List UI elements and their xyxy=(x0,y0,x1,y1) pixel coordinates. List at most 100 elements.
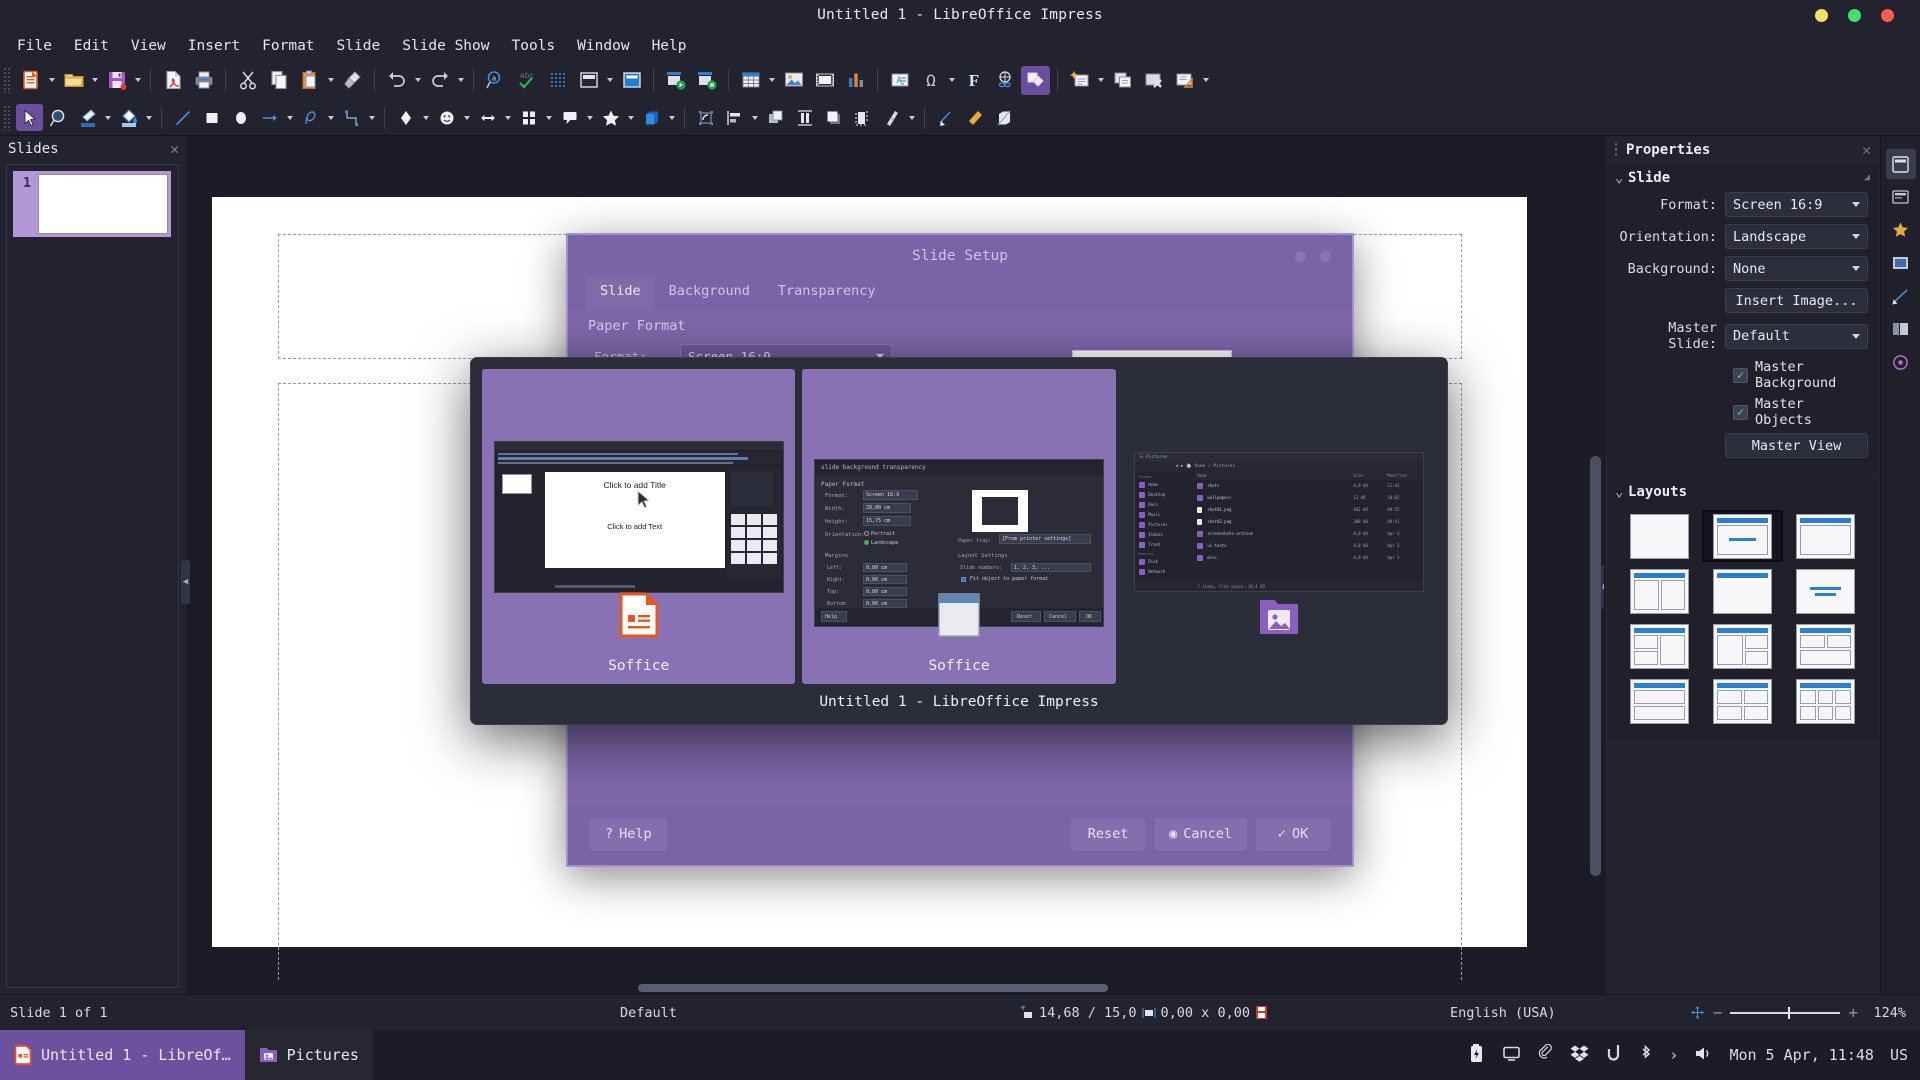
chevron-right-icon[interactable]: › xyxy=(1669,1046,1678,1064)
new-slide-dropdown[interactable] xyxy=(1095,66,1106,95)
styles-panel-icon[interactable] xyxy=(1886,347,1916,377)
list-item[interactable]: 1 xyxy=(13,171,171,237)
display-views-button[interactable] xyxy=(617,66,646,95)
cancel-button[interactable]: ◉ Cancel xyxy=(1154,817,1247,851)
filter-dropdown[interactable] xyxy=(906,103,917,132)
master-slide-dropdown[interactable]: Default xyxy=(1725,323,1868,349)
insert-image-button[interactable] xyxy=(779,66,808,95)
scrollbar-thumb[interactable] xyxy=(1590,456,1601,876)
chevron-down-icon[interactable]: ⌄ xyxy=(1615,170,1628,186)
menu-file[interactable]: File xyxy=(6,34,63,59)
insert-special-character-button[interactable]: Ω xyxy=(916,66,945,95)
zoom-slider-knob[interactable] xyxy=(1788,1006,1791,1019)
slide-properties-dropdown[interactable] xyxy=(1200,66,1211,95)
slides-panel-collapse-handle[interactable]: ◀ xyxy=(181,560,190,604)
lines-and-arrows-button[interactable] xyxy=(256,104,283,131)
ok-button[interactable]: ✓ OK xyxy=(1256,817,1330,851)
master-objects-row[interactable]: ✓ Master Objects xyxy=(1733,396,1868,428)
distribute-button[interactable] xyxy=(791,104,818,131)
editor-horizontal-scrollbar[interactable] xyxy=(188,982,1604,994)
display-icon[interactable] xyxy=(1502,1045,1521,1066)
window-maximize-button[interactable] xyxy=(1848,9,1861,22)
paste-dropdown[interactable] xyxy=(325,66,336,95)
print-button[interactable] xyxy=(189,66,218,95)
master-slide-dropdown[interactable] xyxy=(604,66,615,95)
toggle-extrusion-button[interactable] xyxy=(990,104,1017,131)
connectors-dropdown[interactable] xyxy=(366,103,377,132)
redo-button[interactable] xyxy=(425,66,454,95)
menu-slide[interactable]: Slide xyxy=(326,34,392,59)
reset-button[interactable]: Reset xyxy=(1071,817,1146,851)
insert-table-button[interactable] xyxy=(736,66,765,95)
window-switcher-overlay[interactable]: Click to add Title Click to add Text Sof… xyxy=(470,357,1448,725)
shadow-button[interactable] xyxy=(820,104,847,131)
find-and-replace-button[interactable]: a xyxy=(481,66,510,95)
zoom-in-button[interactable]: + xyxy=(1848,1004,1858,1021)
editor-vertical-scrollbar[interactable] xyxy=(1590,196,1601,954)
language-status[interactable]: English (USA) xyxy=(1450,1005,1556,1021)
curves-and-polygons-dropdown[interactable] xyxy=(325,103,336,132)
layout-title-content[interactable] xyxy=(1702,510,1783,562)
toolbar-grip[interactable] xyxy=(3,104,12,131)
insert-fontwork-button[interactable]: F xyxy=(959,66,988,95)
tab-slide[interactable]: Slide xyxy=(586,277,655,310)
menu-insert[interactable]: Insert xyxy=(177,34,251,59)
battery-icon[interactable] xyxy=(1469,1043,1486,1067)
insert-special-character-dropdown[interactable] xyxy=(946,66,957,95)
layout-title-content-and-two-content[interactable] xyxy=(1702,620,1783,672)
points-button[interactable] xyxy=(932,104,959,131)
3d-objects-dropdown[interactable] xyxy=(666,103,677,132)
layout-blank[interactable] xyxy=(1619,510,1700,562)
new-document-dropdown[interactable] xyxy=(46,66,57,95)
undo-dropdown[interactable] xyxy=(412,66,423,95)
align-objects-button[interactable] xyxy=(721,104,748,131)
open-file-button[interactable] xyxy=(59,66,88,95)
symbol-shapes-button[interactable] xyxy=(433,104,460,131)
insert-hyperlink-button[interactable] xyxy=(990,66,1019,95)
menu-slide-show[interactable]: Slide Show xyxy=(391,34,500,59)
copy-button[interactable] xyxy=(264,66,293,95)
display-grid-button[interactable] xyxy=(543,66,572,95)
fit-slide-icon[interactable] xyxy=(1690,1005,1705,1020)
curves-and-polygons-button[interactable] xyxy=(297,104,324,131)
lines-and-arrows-dropdown[interactable] xyxy=(284,103,295,132)
stars-and-banners-dropdown[interactable] xyxy=(625,103,636,132)
gallery-panel-icon[interactable] xyxy=(1886,248,1916,278)
zoom-level-value[interactable]: 124% xyxy=(1866,1005,1906,1021)
format-dropdown[interactable]: Screen 16:9 xyxy=(1725,192,1868,217)
new-slide-button[interactable] xyxy=(1065,66,1094,95)
layout-title-two-over-one[interactable] xyxy=(1785,620,1866,672)
arrange-button[interactable] xyxy=(762,104,789,131)
block-arrows-button[interactable] xyxy=(474,104,501,131)
dialog-minimize-button[interactable] xyxy=(1295,251,1306,262)
window-close-button[interactable] xyxy=(1881,9,1894,22)
line-color-button[interactable] xyxy=(74,104,101,131)
switcher-item-pictures[interactable]: ☰ Pictures ◀ ▶ 🏠 Home / Pictures Name Si… xyxy=(1122,369,1436,684)
master-slides-panel-icon[interactable] xyxy=(1886,182,1916,212)
close-icon[interactable]: ✕ xyxy=(170,140,179,158)
scrollbar-thumb[interactable] xyxy=(638,984,1108,992)
menu-view[interactable]: View xyxy=(120,34,177,59)
3d-objects-button[interactable] xyxy=(638,104,665,131)
insert-audio-video-button[interactable] xyxy=(810,66,839,95)
insert-table-dropdown[interactable] xyxy=(766,66,777,95)
taskbar-item-impress[interactable]: Untitled 1 - LibreOf… xyxy=(0,1030,245,1080)
bluetooth-icon[interactable] xyxy=(1638,1044,1653,1067)
layout-title-two-content[interactable] xyxy=(1619,565,1700,617)
show-draw-functions-button[interactable] xyxy=(1021,65,1050,95)
save-dropdown[interactable] xyxy=(132,66,143,95)
layout-centered-text[interactable] xyxy=(1785,565,1866,617)
unsaved-changes-icon[interactable] xyxy=(1255,1005,1268,1020)
callout-shapes-dropdown[interactable] xyxy=(584,103,595,132)
taskbar-item-pictures[interactable]: Pictures xyxy=(244,1030,373,1080)
shapes-panel-icon[interactable] xyxy=(1886,281,1916,311)
crop-image-button[interactable] xyxy=(849,104,876,131)
master-slide-button[interactable] xyxy=(574,66,603,95)
cut-button[interactable] xyxy=(233,66,262,95)
master-background-checkbox[interactable]: ✓ xyxy=(1733,367,1748,383)
fill-color-dropdown[interactable] xyxy=(143,103,154,132)
fill-color-button[interactable] xyxy=(115,104,142,131)
flowchart-dropdown[interactable] xyxy=(543,103,554,132)
dropbox-icon[interactable] xyxy=(1570,1044,1589,1066)
block-arrows-dropdown[interactable] xyxy=(502,103,513,132)
